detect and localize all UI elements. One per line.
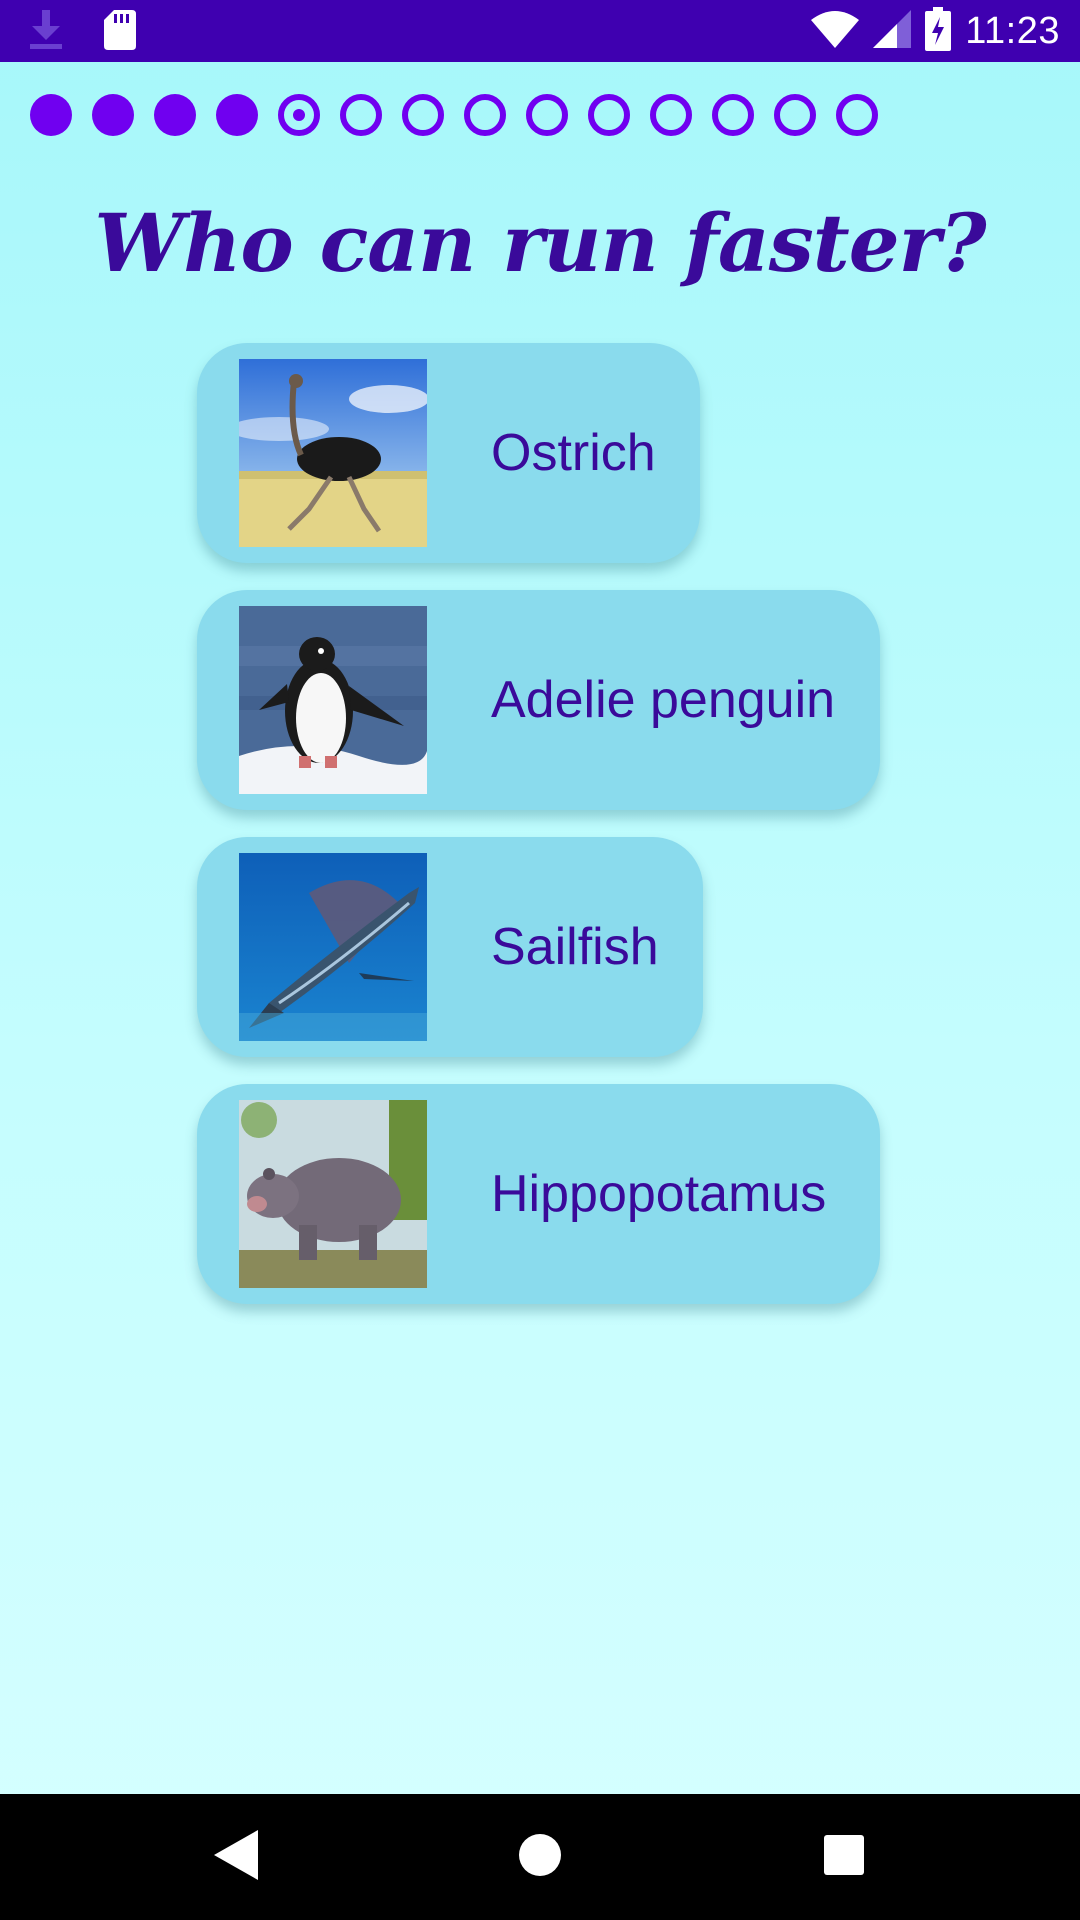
progress-dot-pending	[836, 94, 878, 136]
recents-icon	[824, 1834, 864, 1880]
recents-button[interactable]	[784, 1794, 904, 1920]
status-bar: 11:23	[0, 0, 1080, 62]
back-button[interactable]	[176, 1794, 296, 1920]
progress-dot-pending	[774, 94, 816, 136]
sd-card-icon	[104, 10, 136, 55]
progress-dot-pending	[464, 94, 506, 136]
answer-label: Hippopotamus	[491, 1165, 827, 1223]
progress-dot-pending	[340, 94, 382, 136]
clock-time: 11:23	[965, 9, 1060, 52]
answer-label: Adelie penguin	[491, 671, 836, 729]
progress-dot-pending	[650, 94, 692, 136]
download-icon	[28, 10, 64, 55]
home-icon	[518, 1833, 562, 1882]
progress-dot-current	[278, 94, 320, 136]
navigation-bar	[0, 1794, 1080, 1920]
ostrich-image	[239, 359, 427, 547]
progress-dot-pending	[712, 94, 754, 136]
home-button[interactable]	[480, 1794, 600, 1920]
question-progress	[30, 94, 898, 136]
back-icon	[214, 1829, 258, 1885]
progress-dot-pending	[588, 94, 630, 136]
progress-dot-completed	[92, 94, 134, 136]
answer-label: Sailfish	[491, 918, 659, 976]
progress-dot-pending	[526, 94, 568, 136]
answer-option-ostrich[interactable]: Ostrich	[197, 343, 700, 563]
penguin-image	[239, 606, 427, 794]
progress-dot-completed	[154, 94, 196, 136]
progress-dot-pending	[402, 94, 444, 136]
answer-option-sailfish[interactable]: Sailfish	[197, 837, 703, 1057]
sailfish-image	[239, 853, 427, 1041]
wifi-icon	[811, 10, 860, 53]
cell-signal-icon	[873, 9, 912, 53]
answer-option-adelie-penguin[interactable]: Adelie penguin	[197, 590, 880, 810]
battery-charging-icon	[925, 6, 952, 56]
question-title: Who can run faster?	[94, 196, 986, 290]
answer-label: Ostrich	[491, 424, 656, 482]
answer-option-hippopotamus[interactable]: Hippopotamus	[197, 1084, 880, 1304]
progress-dot-completed	[216, 94, 258, 136]
progress-dot-completed	[30, 94, 72, 136]
hippopotamus-image	[239, 1100, 427, 1288]
